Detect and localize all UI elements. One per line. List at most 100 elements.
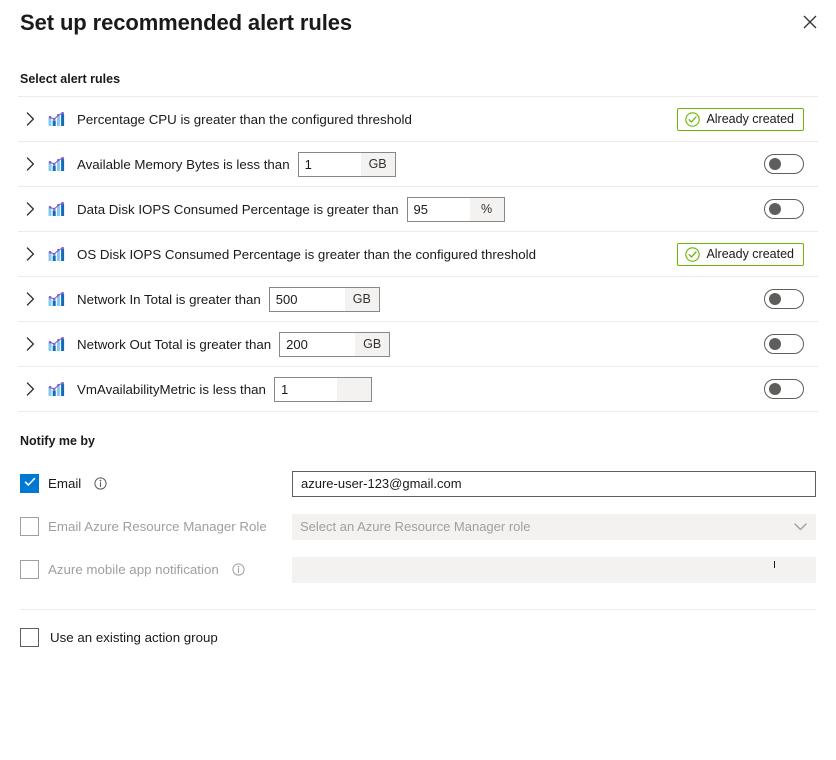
metric-chart-icon — [48, 381, 70, 397]
alert-rule-toggle[interactable] — [764, 154, 804, 174]
toggle-knob — [769, 293, 781, 305]
threshold-field: % — [407, 197, 505, 222]
threshold-input[interactable] — [408, 198, 470, 221]
mobile-app-field[interactable] — [292, 557, 816, 583]
status-badge: Already created — [677, 108, 804, 131]
alert-rule-label: Percentage CPU is greater than the confi… — [77, 112, 412, 127]
select-alert-rules-heading: Select alert rules — [0, 72, 836, 86]
chevron-right-icon[interactable] — [26, 157, 48, 171]
threshold-field — [274, 377, 372, 402]
alert-rule-left: VmAvailabilityMetric is less than — [26, 377, 764, 402]
alert-rule-right — [764, 334, 816, 354]
threshold-field: GB — [269, 287, 380, 312]
notify-me-by-heading: Notify me by — [0, 434, 836, 448]
alert-rule-left: Network Out Total is greater thanGB — [26, 332, 764, 357]
alert-rule-row: VmAvailabilityMetric is less than — [18, 367, 818, 412]
notify-mobile-left: Azure mobile app notification — [20, 560, 292, 579]
mobile-app-checkbox[interactable] — [20, 560, 39, 579]
threshold-unit — [337, 378, 371, 401]
alert-rule-label: Network In Total is greater than — [77, 292, 261, 307]
notify-mobile-right — [292, 557, 816, 583]
check-circle-icon — [685, 112, 700, 127]
alert-rule-left: Available Memory Bytes is less than GB — [26, 152, 764, 177]
chevron-right-icon[interactable] — [26, 292, 48, 306]
threshold-unit: % — [470, 198, 504, 221]
info-icon[interactable] — [94, 477, 107, 490]
chevron-right-icon[interactable] — [26, 247, 48, 261]
alert-rule-row: Data Disk IOPS Consumed Percentage is gr… — [18, 187, 818, 232]
metric-chart-icon — [48, 291, 70, 307]
status-badge: Already created — [677, 243, 804, 266]
toggle-knob — [769, 203, 781, 215]
existing-action-group-checkbox[interactable] — [20, 628, 39, 647]
metric-chart-icon — [48, 111, 70, 127]
arm-role-label: Email Azure Resource Manager Role — [48, 519, 267, 534]
threshold-input[interactable] — [299, 153, 361, 176]
alert-rule-row: Available Memory Bytes is less than GB — [18, 142, 818, 187]
alert-rule-left: OS Disk IOPS Consumed Percentage is grea… — [26, 246, 677, 262]
toggle-knob — [769, 338, 781, 350]
chevron-right-icon[interactable] — [26, 202, 48, 216]
alert-rule-left: Percentage CPU is greater than the confi… — [26, 111, 677, 127]
threshold-input[interactable] — [275, 378, 337, 401]
alert-rule-right — [764, 289, 816, 309]
alert-rule-row: OS Disk IOPS Consumed Percentage is grea… — [18, 232, 818, 277]
arm-role-checkbox[interactable] — [20, 517, 39, 536]
notify-row-arm-role: Email Azure Resource Manager Role Select… — [20, 505, 816, 548]
checkmark-icon — [24, 475, 36, 493]
close-icon — [803, 15, 817, 29]
alert-rule-toggle[interactable] — [764, 379, 804, 399]
alert-rule-right — [764, 199, 816, 219]
metric-chart-icon — [48, 336, 70, 352]
chevron-right-icon[interactable] — [26, 112, 48, 126]
alert-rule-label: Data Disk IOPS Consumed Percentage is gr… — [77, 202, 399, 217]
alert-rule-right — [764, 154, 816, 174]
status-badge-label: Already created — [706, 112, 794, 126]
alert-rule-toggle[interactable] — [764, 199, 804, 219]
alert-rule-toggle[interactable] — [764, 334, 804, 354]
notify-arm-right: Select an Azure Resource Manager role — [292, 514, 816, 540]
chevron-down-icon — [794, 522, 807, 531]
existing-action-group-row: Use an existing action group — [0, 610, 836, 647]
email-input[interactable] — [292, 471, 816, 497]
notify-email-left: Email — [20, 474, 292, 493]
metric-chart-icon — [48, 246, 70, 262]
notify-row-mobile-app: Azure mobile app notification — [20, 548, 816, 591]
threshold-unit: GB — [345, 288, 379, 311]
status-badge-label: Already created — [706, 247, 794, 261]
existing-action-group-label: Use an existing action group — [50, 630, 218, 645]
threshold-field: GB — [279, 332, 390, 357]
alert-rule-row: Network In Total is greater than GB — [18, 277, 818, 322]
arm-role-placeholder: Select an Azure Resource Manager role — [300, 519, 531, 534]
threshold-unit: GB — [361, 153, 395, 176]
page-header: Set up recommended alert rules — [0, 0, 836, 48]
toggle-knob — [769, 158, 781, 170]
alert-rule-left: Data Disk IOPS Consumed Percentage is gr… — [26, 197, 764, 222]
alert-rule-toggle[interactable] — [764, 289, 804, 309]
page-title: Set up recommended alert rules — [20, 8, 816, 38]
metric-chart-icon — [48, 156, 70, 172]
alert-rule-left: Network In Total is greater than GB — [26, 287, 764, 312]
mobile-app-label: Azure mobile app notification — [48, 562, 219, 577]
threshold-unit: GB — [355, 333, 389, 356]
email-label: Email — [48, 476, 81, 491]
threshold-field: GB — [298, 152, 396, 177]
close-button[interactable] — [794, 6, 826, 38]
toggle-knob — [769, 383, 781, 395]
text-cursor-artifact — [774, 561, 775, 568]
notify-arm-left: Email Azure Resource Manager Role — [20, 517, 292, 536]
chevron-right-icon[interactable] — [26, 337, 48, 351]
alert-rule-right — [764, 379, 816, 399]
info-icon[interactable] — [232, 563, 245, 576]
threshold-input[interactable] — [270, 288, 345, 311]
alert-rule-label: Available Memory Bytes is less than — [77, 157, 290, 172]
notify-row-email: Email — [20, 462, 816, 505]
notify-email-right — [292, 471, 816, 497]
alert-rule-row: Network Out Total is greater thanGB — [18, 322, 818, 367]
email-checkbox[interactable] — [20, 474, 39, 493]
chevron-right-icon[interactable] — [26, 382, 48, 396]
alert-rule-label: VmAvailabilityMetric is less than — [77, 382, 266, 397]
threshold-input[interactable] — [280, 333, 355, 356]
alert-rule-right: Already created — [677, 243, 816, 266]
arm-role-select[interactable]: Select an Azure Resource Manager role — [292, 514, 816, 540]
